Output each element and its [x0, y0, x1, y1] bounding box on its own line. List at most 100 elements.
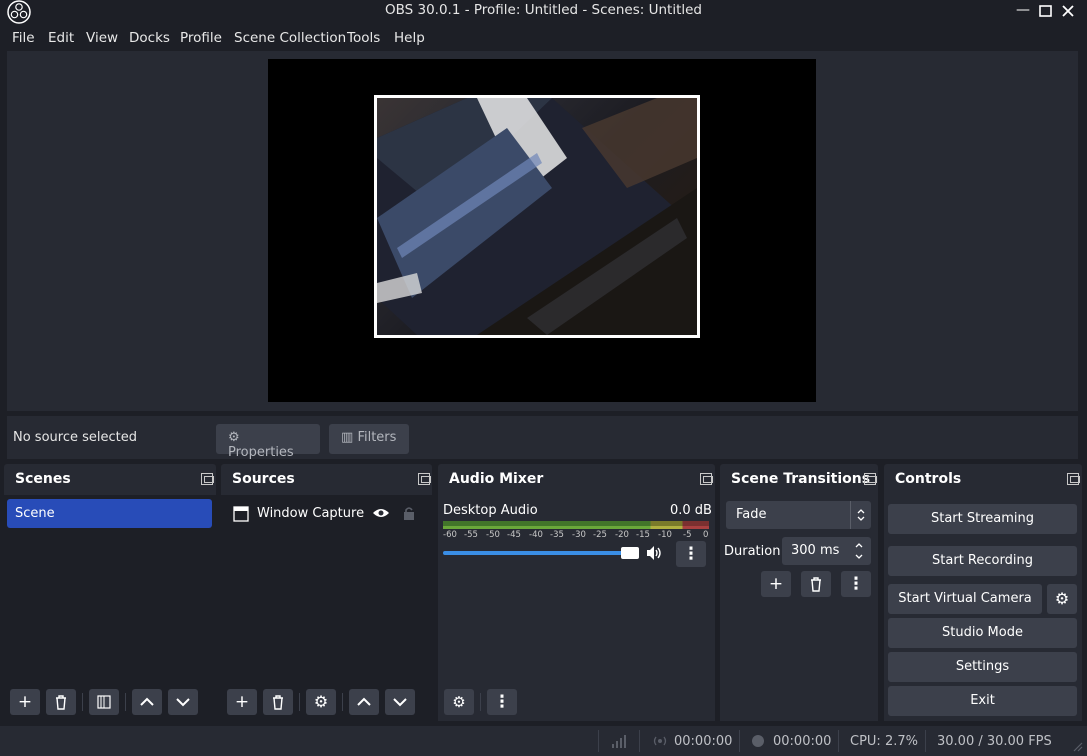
status-separator — [739, 730, 740, 752]
tick-label: -45 — [507, 530, 521, 540]
menu-help[interactable]: Help — [394, 30, 425, 46]
plus-icon: + — [17, 692, 33, 712]
dock-float-icon[interactable] — [418, 473, 431, 485]
trash-icon — [56, 695, 66, 710]
minimize-icon[interactable]: — — [1014, 2, 1032, 20]
dock-float-icon[interactable] — [1067, 473, 1080, 485]
dock-float-icon[interactable] — [700, 473, 713, 485]
scene-transitions-title: Scene Transitions — [731, 471, 871, 487]
title-bar: OBS 30.0.1 - Profile: Untitled - Scenes:… — [0, 0, 1087, 24]
add-scene-button[interactable]: + — [10, 689, 40, 715]
sources-list — [221, 495, 432, 721]
no-source-label: No source selected — [13, 430, 137, 445]
audio-mixer-menu-button[interactable]: ⋮ — [487, 689, 517, 715]
audio-channel-menu-button[interactable]: ⋮ — [676, 541, 706, 567]
filters-label: Filters — [357, 430, 397, 445]
virtual-camera-settings-button[interactable]: ⚙ — [1047, 584, 1077, 614]
plus-icon: + — [234, 692, 250, 712]
updown-arrows-icon[interactable] — [854, 541, 864, 561]
settings-button[interactable]: Settings — [888, 652, 1077, 682]
move-source-down-button[interactable] — [385, 689, 415, 715]
add-source-button[interactable]: + — [227, 689, 257, 715]
volume-slider-handle[interactable] — [621, 547, 639, 559]
eye-icon[interactable] — [372, 506, 390, 520]
duration-label: Duration — [724, 544, 781, 559]
filters-button[interactable]: ▥ Filters — [329, 424, 409, 454]
status-separator — [639, 730, 640, 752]
remove-source-button[interactable] — [263, 689, 293, 715]
audio-mixer-title: Audio Mixer — [449, 471, 544, 487]
toolbar-separator — [125, 693, 126, 711]
speaker-icon[interactable] — [645, 545, 663, 561]
trash-icon — [811, 577, 821, 592]
properties-label: Properties — [228, 445, 294, 460]
menu-tools[interactable]: Tools — [347, 30, 380, 46]
tick-label: -55 — [464, 530, 478, 540]
move-source-up-button[interactable] — [349, 689, 379, 715]
move-scene-up-button[interactable] — [132, 689, 162, 715]
remove-transition-button[interactable] — [801, 571, 831, 597]
close-icon[interactable] — [1059, 2, 1077, 20]
maximize-icon[interactable] — [1037, 2, 1055, 20]
exit-button[interactable]: Exit — [888, 686, 1077, 716]
source-item-label: Window Capture ( — [257, 506, 367, 521]
volume-slider[interactable] — [443, 551, 629, 555]
status-separator — [598, 730, 599, 752]
start-recording-button[interactable]: Start Recording — [888, 546, 1077, 576]
advanced-audio-button[interactable]: ⚙ — [444, 689, 474, 715]
plus-icon: + — [768, 574, 784, 594]
source-toolbar: No source selected ⚙ Properties ▥ Filter… — [7, 416, 1078, 460]
resize-grip-icon[interactable] — [1071, 740, 1083, 752]
gear-icon: ⚙ — [228, 430, 240, 445]
kebab-icon: ⋮ — [493, 692, 511, 712]
menu-profile[interactable]: Profile — [180, 30, 222, 46]
volume-meter-scale: -60 -55 -50 -45 -40 -35 -30 -25 -20 -15 … — [443, 529, 709, 541]
menu-file[interactable]: File — [12, 30, 35, 46]
scene-item[interactable]: Scene — [7, 499, 212, 528]
record-icon — [752, 735, 764, 747]
add-transition-button[interactable]: + — [761, 571, 791, 597]
gear-icon: ⚙ — [313, 692, 329, 711]
menu-scene-collection[interactable]: Scene Collection — [234, 30, 346, 46]
window-capture-preview[interactable] — [374, 95, 700, 338]
menu-bar: File Edit View Docks Profile Scene Colle… — [0, 26, 1087, 50]
source-item[interactable]: Window Capture ( — [226, 500, 426, 528]
tick-label: -25 — [593, 530, 607, 540]
duration-spinbox[interactable]: 300 ms — [782, 537, 871, 565]
lock-icon[interactable] — [403, 506, 415, 520]
duration-value: 300 ms — [791, 543, 840, 558]
menu-edit[interactable]: Edit — [48, 30, 74, 46]
dock-float-icon[interactable] — [864, 473, 877, 485]
tick-label: -40 — [529, 530, 543, 540]
toolbar-separator — [82, 693, 83, 711]
tick-label: -35 — [550, 530, 564, 540]
menu-docks[interactable]: Docks — [129, 30, 170, 46]
start-virtual-camera-button[interactable]: Start Virtual Camera — [888, 584, 1042, 614]
combo-divider — [850, 501, 851, 529]
remove-scene-button[interactable] — [46, 689, 76, 715]
record-timer: 00:00:00 — [773, 734, 832, 749]
menu-view[interactable]: View — [86, 30, 118, 46]
chevron-up-icon — [140, 697, 154, 706]
scene-filters-button[interactable] — [89, 689, 119, 715]
source-properties-button[interactable]: ⚙ — [306, 689, 336, 715]
tick-label: 0 — [703, 530, 709, 540]
tick-label: -60 — [443, 530, 457, 540]
properties-button[interactable]: ⚙ Properties — [216, 424, 320, 460]
transition-type-select[interactable]: Fade — [726, 501, 871, 529]
transition-type-value: Fade — [736, 507, 767, 522]
kebab-icon: ⋮ — [682, 544, 700, 564]
transition-properties-button[interactable]: ⋮ — [841, 571, 871, 597]
chevron-up-icon — [357, 697, 371, 706]
studio-mode-button[interactable]: Studio Mode — [888, 618, 1077, 648]
move-scene-down-button[interactable] — [168, 689, 198, 715]
tick-label: -50 — [486, 530, 500, 540]
updown-arrows-icon — [857, 509, 865, 521]
gear-icon: ⚙ — [1054, 589, 1070, 608]
scenes-list — [4, 495, 216, 721]
start-streaming-button[interactable]: Start Streaming — [888, 504, 1077, 534]
tick-label: -15 — [636, 530, 650, 540]
dock-float-icon[interactable] — [201, 473, 214, 485]
toolbar-separator — [299, 693, 300, 711]
stream-timer: 00:00:00 — [674, 734, 733, 749]
